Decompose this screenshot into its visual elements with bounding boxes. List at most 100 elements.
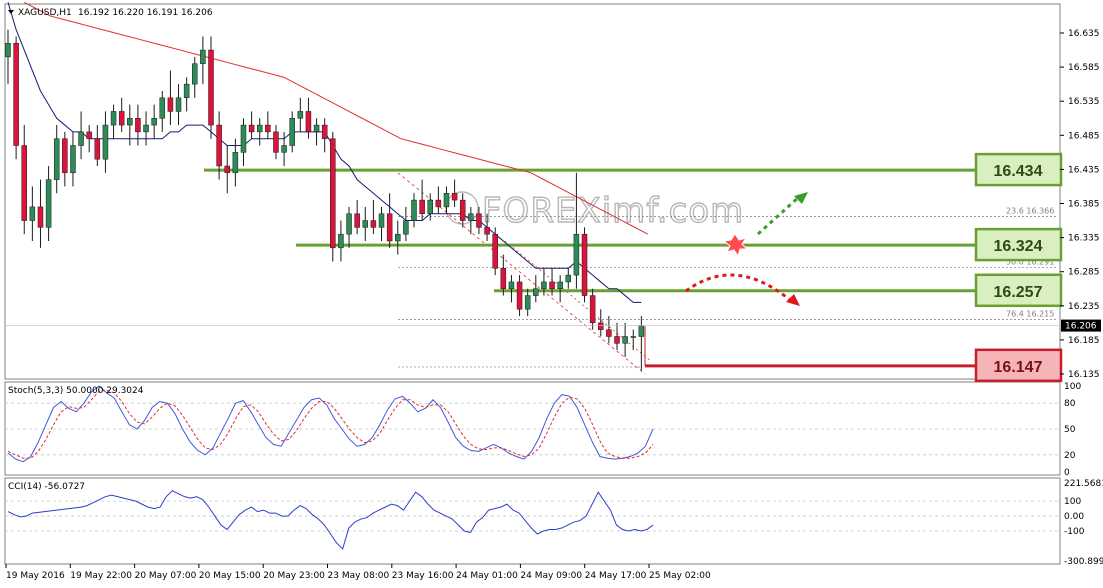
stoch-label: Stoch(5,3,3) 50.0000 29.3024 (8, 386, 144, 396)
candle-body (638, 325, 645, 337)
candle-body (110, 111, 117, 126)
candle-body (143, 124, 149, 133)
candle-body (459, 199, 466, 221)
candle-body (240, 124, 247, 153)
candle-body (45, 179, 52, 228)
time-tick-label: 20 May 15:00 (199, 571, 261, 581)
candle-body (86, 131, 92, 139)
candle-body (606, 329, 612, 337)
candle-body (500, 268, 507, 290)
level-label: 16.257 (994, 284, 1043, 301)
candle-body (167, 97, 174, 112)
chart-canvas: FOREXimf.com 23.6 16.36650.0 16.29176.4 … (4, 1, 1103, 581)
time-tick-label: 20 May 07:00 (135, 571, 197, 581)
candle-body (330, 138, 336, 249)
candle-body (378, 213, 385, 228)
stoch-tick-label: 50 (1064, 425, 1076, 435)
price-tick-label: 16.185 (1068, 336, 1100, 346)
candle-body (208, 49, 214, 126)
candle-body (419, 199, 425, 214)
cci-tick-label: -100 (1064, 527, 1085, 537)
stoch-panel (4, 381, 1061, 476)
candle-body (451, 193, 458, 201)
candle-body (524, 295, 531, 310)
candle-body (127, 118, 133, 126)
candle-body (549, 281, 555, 289)
candle-body (565, 274, 572, 283)
candle-body (175, 97, 182, 112)
candle-body (224, 165, 230, 174)
ohlc-values: 16.192 16.220 16.191 16.206 (78, 8, 213, 18)
candle-body (338, 233, 344, 249)
candle-body (216, 124, 222, 167)
candle-body (435, 199, 442, 208)
cci-tick-label: -300.899 (1064, 557, 1103, 567)
candle-body (468, 213, 474, 221)
candle-body (557, 281, 563, 289)
candle-body (5, 42, 11, 58)
candle-body (321, 124, 328, 139)
time-tick-label: 24 May 17:00 (585, 571, 647, 581)
time-tick-label: 24 May 09:00 (520, 571, 582, 581)
candle-body (62, 138, 68, 174)
candle-body (533, 288, 539, 296)
time-tick-label: 19 May 22:00 (70, 571, 132, 581)
fib-label: 76.4 16.215 (1006, 309, 1054, 318)
candle-body (516, 281, 523, 310)
level-label: 16.147 (994, 359, 1043, 376)
candle-body (21, 145, 27, 221)
price-tick-label: 16.335 (1068, 234, 1100, 244)
candle-body (476, 213, 482, 228)
price-tick-label: 16.135 (1068, 370, 1100, 380)
candle-body (492, 233, 498, 269)
candle-body (273, 131, 279, 153)
candle-body (581, 233, 588, 296)
candle-body (183, 83, 190, 99)
candle-body (541, 281, 547, 289)
candle-body (573, 233, 580, 276)
price-tick-label: 16.385 (1068, 200, 1100, 210)
candle-body (508, 281, 515, 289)
candle-body (192, 63, 198, 85)
symbol-label: XAGUSD,H1 (18, 8, 72, 18)
candle-body (53, 138, 60, 180)
price-tick-label: 16.285 (1068, 268, 1100, 278)
stoch-tick-label: 80 (1064, 399, 1076, 409)
candle-body (313, 124, 320, 133)
watermark: FOREXimf.com (445, 190, 744, 232)
candle-body (346, 213, 352, 235)
time-tick-label: 23 May 16:00 (392, 571, 454, 581)
level-label: 16.324 (994, 238, 1043, 255)
time-tick-label: 19 May 2016 (6, 571, 65, 581)
stoch-tick-label: 100 (1064, 382, 1081, 392)
candle-body (589, 295, 596, 324)
time-tick-label: 25 May 02:00 (649, 571, 711, 581)
time-tick-label: 20 May 23:00 (263, 571, 325, 581)
candle-body (159, 97, 166, 119)
candle-body (265, 124, 271, 133)
candle-body (386, 213, 393, 242)
current-price-label: 16.206 (1065, 322, 1097, 332)
stoch-tick-label: 20 (1064, 451, 1076, 461)
candle-body (403, 220, 409, 235)
candle-body (598, 322, 604, 330)
cci-tick-label: 100 (1064, 497, 1081, 507)
candle-body (395, 233, 401, 242)
cci-label: CCI(14) -56.0727 (8, 482, 85, 492)
candle-body (281, 145, 287, 153)
price-tick-label: 16.435 (1068, 165, 1100, 175)
candle-body (200, 49, 206, 64)
candle-body (102, 124, 109, 160)
candle-body (622, 336, 628, 344)
candle-body (630, 336, 636, 338)
candle-body (484, 227, 490, 235)
candle-body (305, 111, 312, 133)
candle-body (232, 152, 239, 174)
candle-body (427, 199, 433, 214)
candle-body (362, 220, 369, 228)
candle-body (118, 111, 125, 126)
time-axis: 19 May 2016 19 May 22:00 20 May 07:00 20 Ma… (5, 564, 711, 581)
candle-body (256, 124, 263, 133)
candle-body (151, 118, 157, 126)
time-tick-label: 23 May 08:00 (328, 571, 390, 581)
